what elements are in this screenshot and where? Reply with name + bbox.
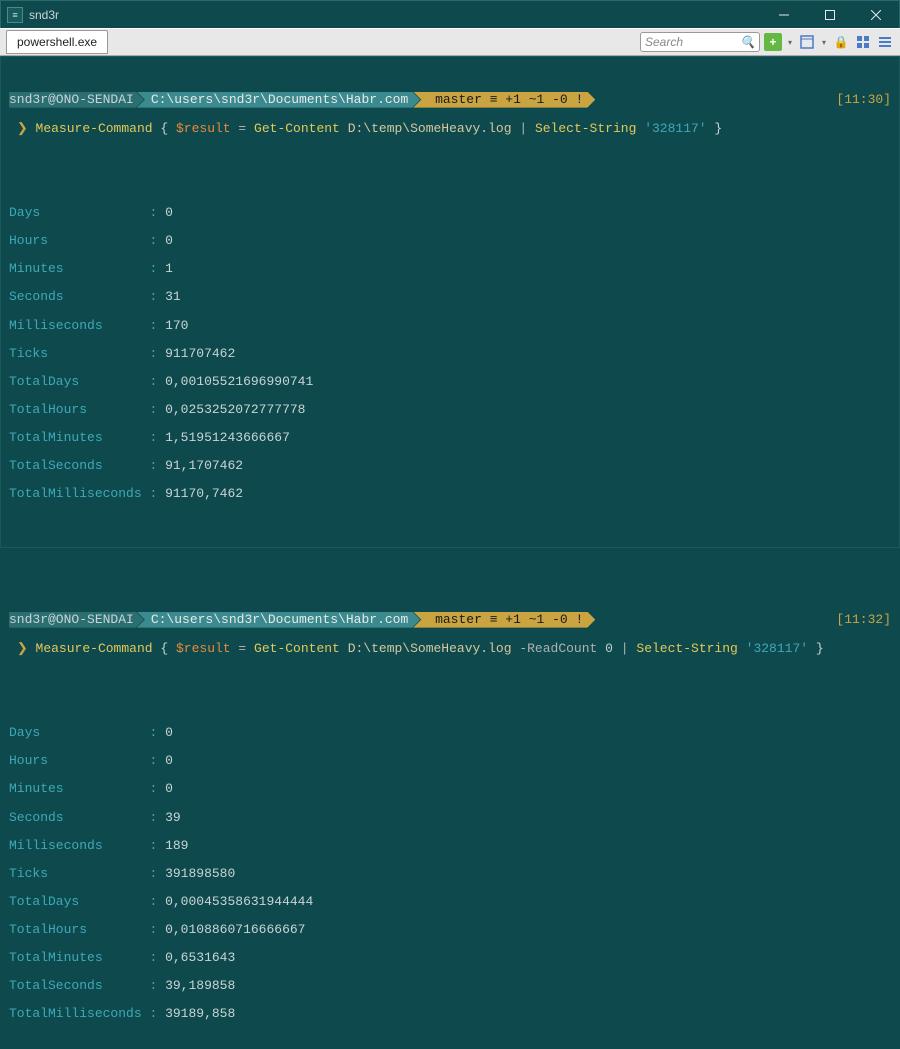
- output-row: Milliseconds : 189: [9, 839, 891, 853]
- output-row: Days : 0: [9, 206, 891, 220]
- close-icon: [871, 10, 881, 20]
- maximize-button[interactable]: [807, 1, 853, 29]
- output-row: Hours : 0: [9, 754, 891, 768]
- output-row: TotalSeconds : 39,189858: [9, 979, 891, 993]
- grid-icon: [856, 35, 870, 49]
- output-row: TotalSeconds : 91,1707462: [9, 459, 891, 473]
- search-icon: 🔍: [740, 35, 755, 49]
- dropdown-icon[interactable]: ▾: [820, 38, 828, 47]
- output-row: Ticks : 391898580: [9, 867, 891, 881]
- prompt-user: snd3r@ONO-SENDAI: [9, 92, 144, 108]
- prompt-path: C:\users\snd3r\Documents\Habr.com: [137, 92, 420, 108]
- prompt-branch: master ≡ +1 ~1 -0 !: [413, 92, 595, 108]
- grid-view-button[interactable]: [854, 33, 872, 51]
- blank-row: [9, 569, 891, 583]
- window-icon: [800, 35, 814, 49]
- prompt-branch: master ≡ +1 ~1 -0 !: [413, 612, 595, 628]
- maximize-icon: [825, 10, 835, 20]
- prompt-path: C:\users\snd3r\Documents\Habr.com: [137, 612, 420, 628]
- plus-icon: +: [769, 35, 776, 49]
- lock-icon: 🔒: [834, 35, 849, 49]
- output-row: Ticks : 911707462: [9, 347, 891, 361]
- terminal[interactable]: snd3r@ONO-SENDAI C:\users\snd3r\Document…: [0, 56, 900, 548]
- close-button[interactable]: [853, 1, 899, 29]
- output-row: TotalDays : 0,00105521696990741: [9, 375, 891, 389]
- blank-row: [9, 178, 891, 192]
- search-placeholder: Search: [645, 35, 683, 49]
- output-row: Seconds : 39: [9, 811, 891, 825]
- prompt-time: [11:30]: [836, 93, 891, 107]
- output-row: TotalMinutes : 1,51951243666667: [9, 431, 891, 445]
- output-row: Minutes : 1: [9, 262, 891, 276]
- search-input[interactable]: Search 🔍: [640, 32, 760, 52]
- blank-row: [9, 150, 891, 164]
- output-row: Milliseconds : 170: [9, 319, 891, 333]
- prompt-user: snd3r@ONO-SENDAI: [9, 612, 144, 628]
- minimize-icon: [779, 10, 789, 20]
- app-icon: ≡: [7, 7, 23, 23]
- new-tab-button[interactable]: +: [764, 33, 782, 51]
- titlebar: ≡ snd3r: [0, 0, 900, 28]
- prompt-time: [11:32]: [836, 613, 891, 627]
- output-row: TotalMinutes : 0,6531643: [9, 951, 891, 965]
- lock-button[interactable]: 🔒: [832, 33, 850, 51]
- output-row: Seconds : 31: [9, 290, 891, 304]
- output-row: Minutes : 0: [9, 782, 891, 796]
- prompt-line: snd3r@ONO-SENDAI C:\users\snd3r\Document…: [9, 611, 891, 628]
- tab-label: powershell.exe: [17, 35, 97, 49]
- output-row: Hours : 0: [9, 234, 891, 248]
- output-row: TotalDays : 0,00045358631944444: [9, 895, 891, 909]
- blank-row: [9, 698, 891, 712]
- output-row: TotalMilliseconds : 91170,7462: [9, 487, 891, 501]
- command-line: ❯ Measure-Command { $result = Get-Conten…: [9, 642, 891, 656]
- tab-powershell[interactable]: powershell.exe: [6, 30, 108, 54]
- list-icon: [878, 35, 892, 49]
- output-row: TotalHours : 0,0253252072777778: [9, 403, 891, 417]
- output-row: TotalMilliseconds : 39189,858: [9, 1007, 891, 1021]
- output-row: Days : 0: [9, 726, 891, 740]
- minimize-button[interactable]: [761, 1, 807, 29]
- toolbar: powershell.exe Search 🔍 + ▾ ▾ 🔒: [0, 28, 900, 56]
- output-row: TotalHours : 0,0108860716666667: [9, 923, 891, 937]
- window-title: snd3r: [29, 8, 59, 22]
- window-list-button[interactable]: [798, 33, 816, 51]
- prompt-line: snd3r@ONO-SENDAI C:\users\snd3r\Document…: [9, 91, 891, 108]
- command-line: ❯ Measure-Command { $result = Get-Conten…: [9, 122, 891, 136]
- blank-row: [9, 670, 891, 684]
- list-view-button[interactable]: [876, 33, 894, 51]
- dropdown-icon[interactable]: ▾: [786, 38, 794, 47]
